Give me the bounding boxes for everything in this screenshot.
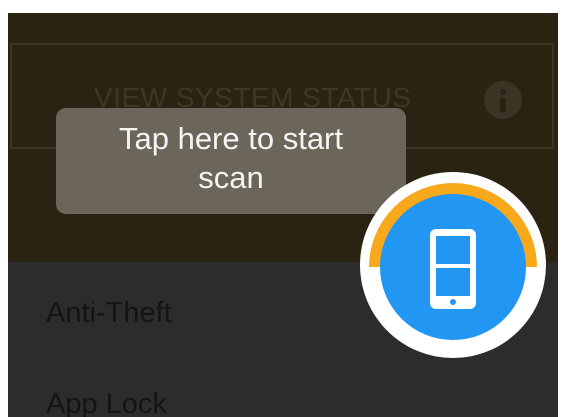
scan-button[interactable] <box>358 170 548 360</box>
info-icon[interactable] <box>484 81 522 119</box>
menu-item-anti-theft[interactable]: Anti-Theft <box>46 297 172 330</box>
phone-icon <box>430 229 476 309</box>
app-screen: VIEW SYSTEM STATUS Tap here to start sca… <box>8 13 558 417</box>
tooltip-line-2: scan <box>198 160 264 195</box>
menu-item-app-lock[interactable]: App Lock <box>46 388 167 417</box>
scan-tooltip: Tap here to start scan <box>56 108 406 214</box>
scan-button-graphic <box>360 172 546 358</box>
tooltip-line-1: Tap here to start <box>118 121 343 156</box>
